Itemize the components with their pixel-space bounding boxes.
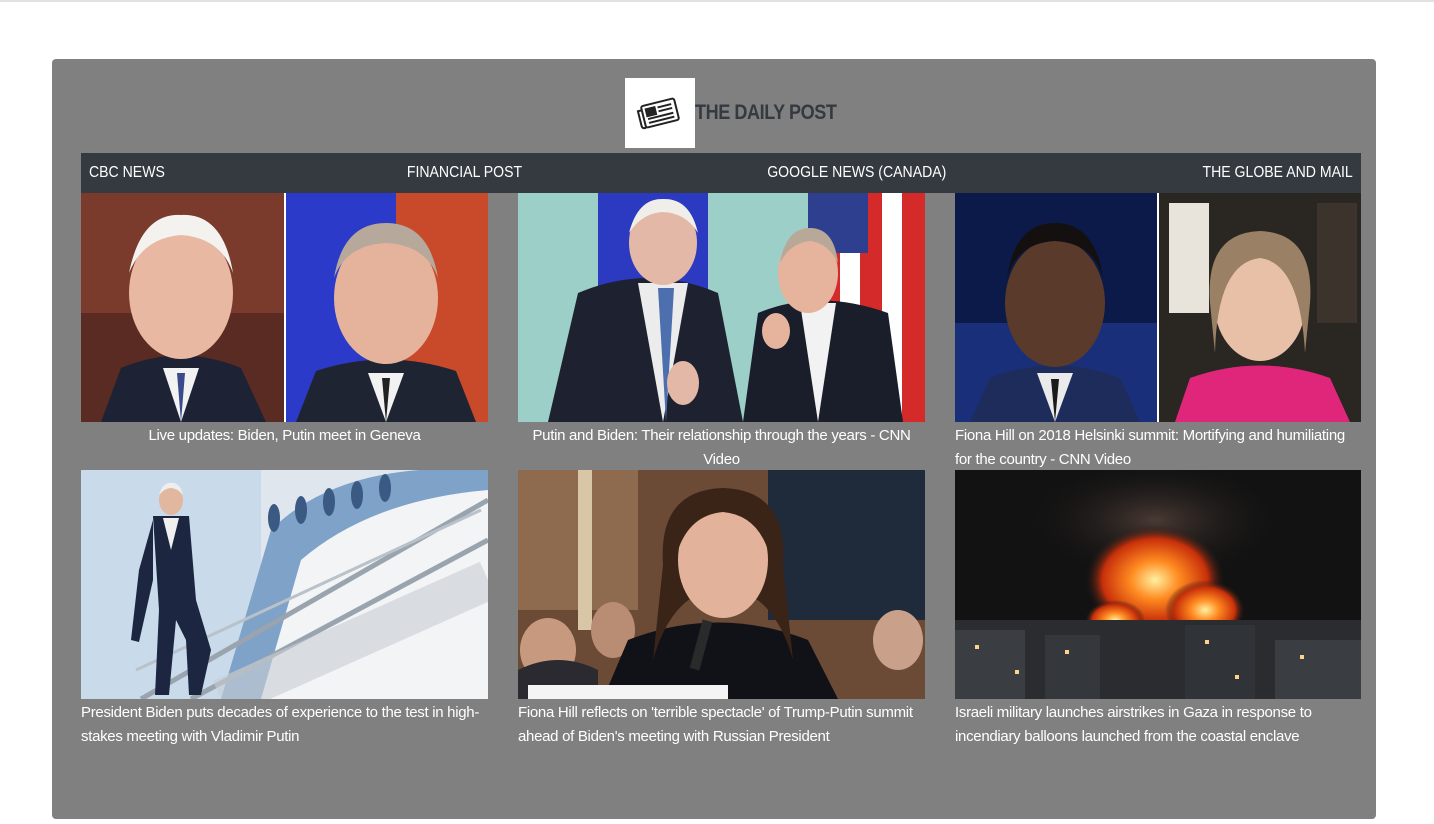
article-title[interactable]: Israeli military launches airstrikes in …: [955, 701, 1361, 749]
article-image[interactable]: [518, 193, 925, 422]
brand-title[interactable]: THE DAILY POST: [695, 101, 837, 125]
newspaper-icon: [636, 97, 680, 130]
article-card: Fiona Hill reflects on 'terrible spectac…: [518, 470, 925, 749]
nav-google-news-canada[interactable]: GOOGLE NEWS (CANADA): [767, 164, 946, 182]
brand[interactable]: THE DAILY POST: [625, 78, 860, 148]
nav-globe-and-mail[interactable]: THE GLOBE AND MAIL: [1203, 164, 1353, 182]
article-card: President Biden puts decades of experien…: [81, 470, 488, 749]
article-card: Fiona Hill on 2018 Helsinki summit: Mort…: [955, 193, 1361, 472]
article-card: Israeli military launches airstrikes in …: [955, 470, 1361, 749]
article-image[interactable]: [81, 193, 488, 422]
article-title[interactable]: President Biden puts decades of experien…: [81, 701, 488, 749]
article-image[interactable]: [81, 470, 488, 699]
source-navbar: CBC NEWS FINANCIAL POST GOOGLE NEWS (CAN…: [81, 153, 1361, 193]
article-image[interactable]: [955, 193, 1362, 422]
article-card: Live updates: Biden, Putin meet in Genev…: [81, 193, 488, 448]
article-image[interactable]: [518, 470, 925, 699]
nav-cbc-news[interactable]: CBC NEWS: [89, 164, 165, 182]
article-title[interactable]: Putin and Biden: Their relationship thro…: [518, 424, 925, 472]
article-image[interactable]: [955, 470, 1362, 699]
top-divider: [0, 0, 1434, 2]
article-title[interactable]: Fiona Hill on 2018 Helsinki summit: Mort…: [955, 424, 1361, 472]
nav-financial-post[interactable]: FINANCIAL POST: [407, 164, 522, 182]
article-card: Putin and Biden: Their relationship thro…: [518, 193, 925, 472]
article-title[interactable]: Live updates: Biden, Putin meet in Genev…: [81, 424, 488, 448]
news-panel: THE DAILY POST CBC NEWS FINANCIAL POST G…: [52, 59, 1376, 819]
logo: [625, 78, 695, 148]
article-title[interactable]: Fiona Hill reflects on 'terrible spectac…: [518, 701, 925, 749]
